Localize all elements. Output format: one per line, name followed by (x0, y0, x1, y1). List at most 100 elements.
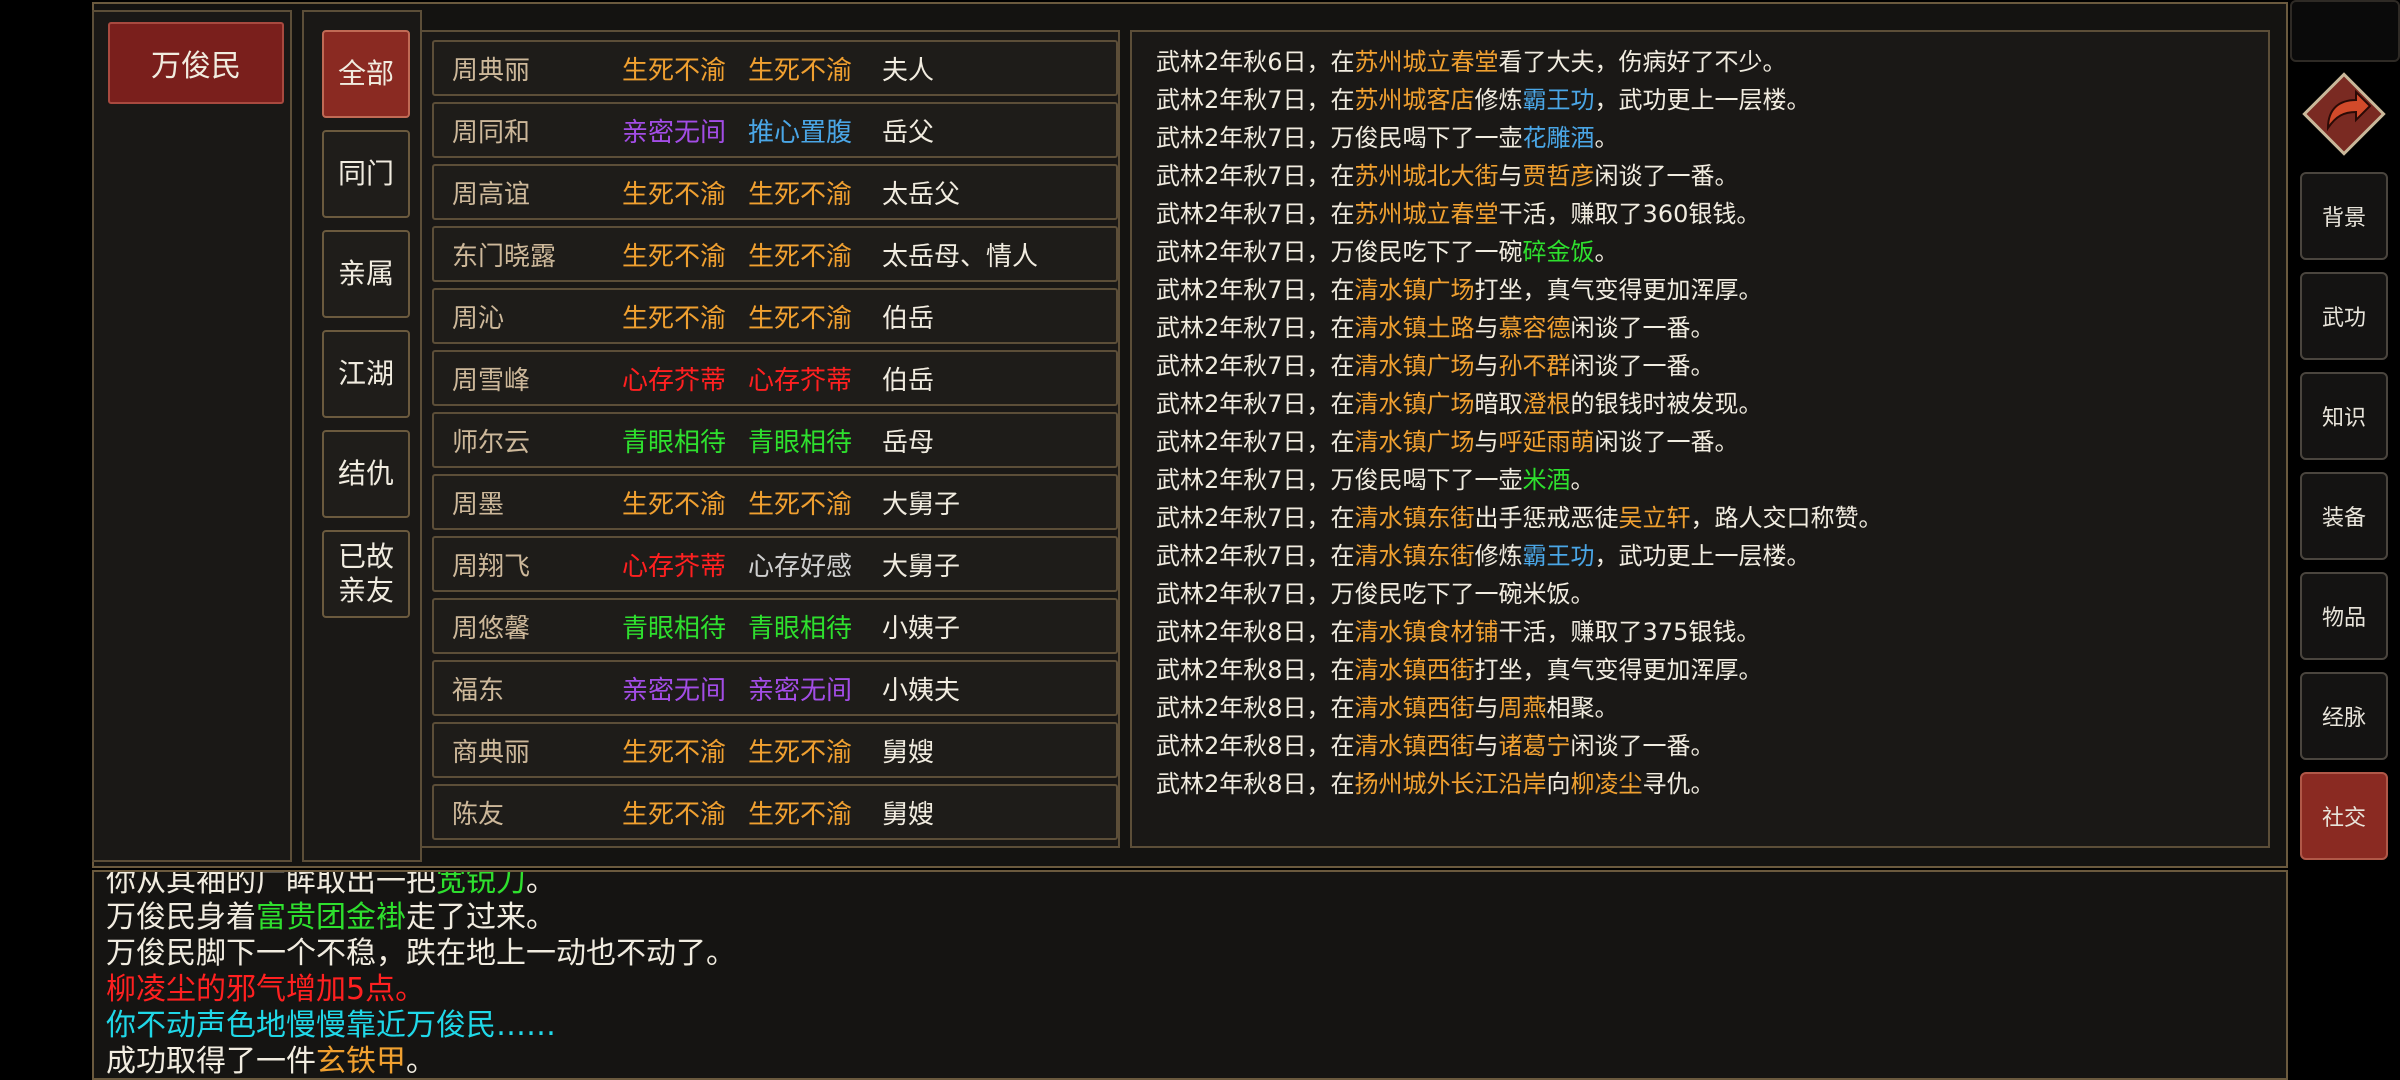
log-segment: 武林2年秋8日，在 (1156, 618, 1355, 646)
relation-title: 伯岳 (882, 303, 935, 334)
log-segment: 看了大夫，伤病好了不少。 (1498, 48, 1787, 76)
log-entry: 武林2年秋7日，在清水镇东街出手惩戒恶徒吴立轩，路人交口称赞。 (1156, 498, 1883, 533)
relation-name: 福东 (452, 675, 505, 706)
relation-status-a: 生死不渝 (622, 241, 727, 272)
log-segment: 清水镇广场 (1354, 276, 1475, 304)
log-segment: 武林2年秋7日，万俊民吃下了一碗米饭。 (1156, 580, 1595, 608)
log-segment: 与 (1474, 428, 1499, 456)
side-menu-6[interactable]: 社交 (2300, 772, 2388, 860)
relation-row[interactable]: 周典丽 生死不渝 生死不渝 夫人 (432, 40, 1118, 96)
log-segment: 向 (1546, 770, 1571, 798)
log-segment: 的银钱时被发现。 (1570, 390, 1763, 418)
tab-2[interactable]: 亲属 (322, 230, 410, 318)
log-segment: 孙不群 (1498, 352, 1571, 380)
message-segment: 成功取得了一件 (106, 1044, 316, 1079)
log-entry: 武林2年秋7日，万俊民吃下了一碗米饭。 (1156, 574, 1595, 609)
relation-row[interactable]: 福东 亲密无间 亲密无间 小姨夫 (432, 660, 1118, 716)
side-menu-4[interactable]: 物品 (2300, 572, 2388, 660)
log-segment: 干活，赚取了375银钱。 (1498, 618, 1761, 646)
log-entry: 武林2年秋7日，万俊民喝下了一壶花雕酒。 (1156, 118, 1619, 153)
message-box: 你从其袖的广眸取出一把宽锐刀。 万俊民身着富贵团金褂走了过来。 万俊民脚下一个不稳，… (92, 870, 2288, 1080)
log-segment: 武林2年秋7日，万俊民吃下了一碗 (1156, 238, 1523, 266)
message-line: 成功取得了一件玄铁甲。 (106, 1036, 436, 1079)
relation-row[interactable]: 陈友 生死不渝 生死不渝 舅嫂 (432, 784, 1118, 840)
relation-row[interactable]: 周雪峰 心存芥蒂 心存芥蒂 伯岳 (432, 350, 1118, 406)
side-menu-1[interactable]: 武功 (2300, 272, 2388, 360)
relation-row[interactable]: 周悠馨 青眼相待 青眼相待 小姨子 (432, 598, 1118, 654)
relation-row[interactable]: 周墨 生死不渝 生死不渝 大舅子 (432, 474, 1118, 530)
log-segment: 与 (1474, 732, 1499, 760)
log-segment: 寻仇。 (1642, 770, 1715, 798)
relation-row[interactable]: 东门晓露 生死不渝 生死不渝 太岳母、情人 (432, 226, 1118, 282)
log-segment: 苏州城北大街 (1354, 162, 1499, 190)
tab-3[interactable]: 江湖 (322, 330, 410, 418)
relation-status-b: 生死不渝 (748, 489, 853, 520)
log-entry: 武林2年秋8日，在清水镇西街与诸葛宁闲谈了一番。 (1156, 726, 1715, 761)
relation-status-a: 心存芥蒂 (622, 365, 727, 396)
log-entry: 武林2年秋8日，在清水镇西街与周燕相聚。 (1156, 688, 1619, 723)
relation-status-a: 生死不渝 (622, 489, 727, 520)
relation-status-b: 推心置腹 (748, 117, 853, 148)
event-log: 武林2年秋6日，在苏州城立春堂看了大夫，伤病好了不少。 武林2年秋7日，在苏州城客… (1130, 30, 2270, 848)
relation-name: 周翔飞 (452, 551, 531, 582)
log-segment: 武林2年秋7日，在 (1156, 276, 1355, 304)
log-entry: 武林2年秋7日，在清水镇广场打坐，真气变得更加浑厚。 (1156, 270, 1763, 305)
side-menu-3[interactable]: 装备 (2300, 472, 2388, 560)
side-menu-0[interactable]: 背景 (2300, 172, 2388, 260)
log-entry: 武林2年秋7日，在苏州城北大街与贾哲彦闲谈了一番。 (1156, 156, 1739, 191)
relation-title: 岳父 (882, 117, 935, 148)
relation-title: 太岳父 (882, 179, 961, 210)
log-segment: 修炼 (1474, 86, 1523, 114)
log-segment: 武林2年秋7日，在 (1156, 200, 1355, 228)
log-segment: 碎金饭 (1522, 238, 1595, 266)
log-segment: 。 (1594, 124, 1619, 152)
log-segment: 暗取 (1474, 390, 1523, 418)
log-segment: 。 (1594, 238, 1619, 266)
tab-1[interactable]: 同门 (322, 130, 410, 218)
tab-4[interactable]: 结仇 (322, 430, 410, 518)
relation-row[interactable]: 周同和 亲密无间 推心置腹 岳父 (432, 102, 1118, 158)
relation-status-b: 心存好感 (748, 551, 853, 582)
character-name-button[interactable]: 万俊民 (108, 22, 284, 104)
relation-title: 舅嫂 (882, 737, 935, 768)
relation-row[interactable]: 商典丽 生死不渝 生死不渝 舅嫂 (432, 722, 1118, 778)
message-segment: 玄铁甲 (316, 1044, 406, 1079)
relation-name: 周高谊 (452, 179, 531, 210)
relation-status-b: 亲密无间 (748, 675, 853, 706)
relation-name: 周墨 (452, 489, 505, 520)
relation-name: 周雪峰 (452, 365, 531, 396)
relation-name: 周悠馨 (452, 613, 531, 644)
log-segment: ，路人交口称赞。 (1690, 504, 1883, 532)
log-entry: 武林2年秋8日，在清水镇食材铺干活，赚取了375银钱。 (1156, 612, 1760, 647)
log-segment: 柳凌尘 (1570, 770, 1643, 798)
tab-5[interactable]: 已故 亲友 (322, 530, 410, 618)
relation-name: 周同和 (452, 117, 531, 148)
log-segment: 武林2年秋7日，在 (1156, 86, 1355, 114)
log-segment: 武林2年秋7日，在 (1156, 162, 1355, 190)
log-segment: ，武功更上一层楼。 (1594, 542, 1811, 570)
side-menu-2[interactable]: 知识 (2300, 372, 2388, 460)
tab-0[interactable]: 全部 (322, 30, 410, 118)
relation-status-b: 生死不渝 (748, 241, 853, 272)
relation-name: 周典丽 (452, 55, 531, 86)
log-segment: 相聚。 (1546, 694, 1619, 722)
log-segment: 武林2年秋7日，在 (1156, 428, 1355, 456)
relation-row[interactable]: 周高谊 生死不渝 生死不渝 太岳父 (432, 164, 1118, 220)
back-button[interactable] (2300, 70, 2388, 158)
log-segment: 清水镇广场 (1354, 390, 1475, 418)
log-segment: 清水镇西街 (1354, 656, 1475, 684)
log-segment: 吴立轩 (1618, 504, 1691, 532)
side-menu-5[interactable]: 经脉 (2300, 672, 2388, 760)
relation-title: 小姨夫 (882, 675, 961, 706)
relation-title: 夫人 (882, 55, 935, 86)
relation-status-b: 生死不渝 (748, 179, 853, 210)
relation-status-a: 生死不渝 (622, 179, 727, 210)
relation-row[interactable]: 师尔云 青眼相待 青眼相待 岳母 (432, 412, 1118, 468)
relation-status-b: 生死不渝 (748, 799, 853, 830)
log-segment: 武林2年秋7日，万俊民喝下了一壶 (1156, 466, 1523, 494)
relation-row[interactable]: 周翔飞 心存芥蒂 心存好感 大舅子 (432, 536, 1118, 592)
relation-row[interactable]: 周沁 生死不渝 生死不渝 伯岳 (432, 288, 1118, 344)
log-segment: 出手惩戒恶徒 (1474, 504, 1619, 532)
log-segment: 扬州城外长江沿岸 (1354, 770, 1547, 798)
relation-title: 大舅子 (882, 551, 961, 582)
